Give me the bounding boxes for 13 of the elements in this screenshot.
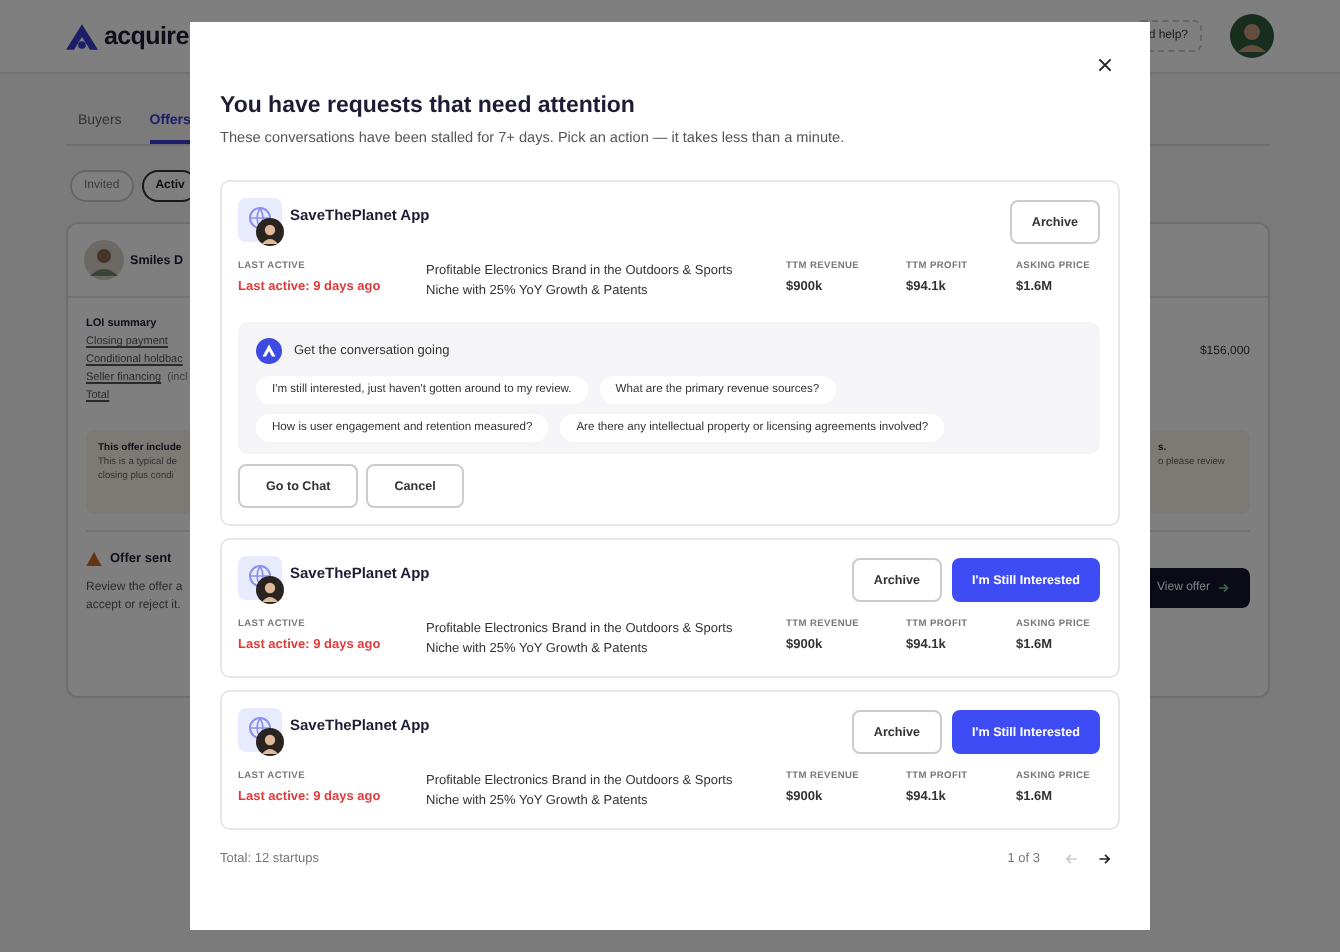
logo-text: acquire: [104, 22, 189, 50]
warning-icon: [86, 552, 102, 566]
logo-icon: [66, 23, 98, 49]
close-icon[interactable]: [1098, 58, 1112, 72]
modal-title: You have requests that need attention: [220, 94, 635, 118]
avatar-icon: [256, 576, 284, 605]
logo-icon: [256, 338, 282, 365]
avatar-icon[interactable]: [1230, 14, 1274, 58]
avatar-icon: [84, 240, 124, 280]
avatar-icon: [256, 728, 284, 757]
avatar-icon: [256, 218, 284, 246]
arrow-right-icon: [1218, 582, 1230, 594]
next-page-icon[interactable]: [1098, 852, 1112, 867]
